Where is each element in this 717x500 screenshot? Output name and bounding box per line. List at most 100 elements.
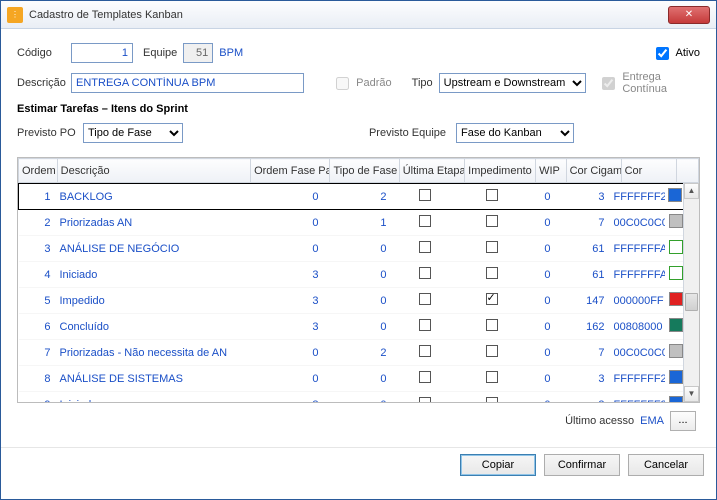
- checkbox-icon[interactable]: [486, 397, 498, 402]
- scroll-up-arrow[interactable]: ▲: [684, 183, 699, 199]
- cell-ultima-etapa[interactable]: [393, 366, 457, 392]
- cell-impedimento[interactable]: [457, 262, 527, 288]
- padrao-checkbox[interactable]: Padrão: [332, 74, 391, 93]
- ultimo-acesso-value[interactable]: EMA: [640, 415, 664, 427]
- table-row[interactable]: 6Concluído30016200808000: [19, 314, 684, 340]
- cell-ultima-etapa[interactable]: [393, 392, 457, 403]
- color-swatch[interactable]: [669, 214, 683, 228]
- confirmar-button[interactable]: Confirmar: [544, 454, 620, 476]
- color-swatch[interactable]: [669, 240, 683, 254]
- cell-swatch[interactable]: [665, 314, 684, 340]
- cell-ultima-etapa[interactable]: [393, 210, 457, 236]
- vertical-scrollbar[interactable]: ▲ ▼: [683, 183, 699, 402]
- checkbox-icon[interactable]: [486, 215, 498, 227]
- table-row[interactable]: 2Priorizadas AN010700C0C0C0: [19, 210, 684, 236]
- cell-swatch[interactable]: [665, 340, 684, 366]
- checkbox-icon[interactable]: [419, 371, 431, 383]
- table-row[interactable]: 9Iniciado8003FFFFFFF2: [19, 392, 684, 403]
- table-row[interactable]: 3ANÁLISE DE NEGÓCIO00061FFFFFFFA: [19, 236, 684, 262]
- table-container: Ordem Descrição Ordem Fase Pai Tipo de F…: [17, 157, 700, 403]
- cell-ultima-etapa[interactable]: [393, 288, 457, 314]
- checkbox-icon[interactable]: [419, 241, 431, 253]
- table-row[interactable]: 1BACKLOG0203FFFFFFF2: [19, 184, 684, 210]
- cell-impedimento[interactable]: [457, 210, 527, 236]
- previsto-po-select[interactable]: Tipo de Fase: [83, 123, 183, 143]
- equipe-link[interactable]: BPM: [219, 47, 243, 59]
- checkbox-icon[interactable]: [486, 267, 498, 279]
- checkbox-icon[interactable]: [419, 319, 431, 331]
- checkbox-icon[interactable]: [486, 241, 498, 253]
- th-ordem[interactable]: Ordem: [19, 159, 58, 183]
- cell-ultima-etapa[interactable]: [393, 340, 457, 366]
- cell-impedimento[interactable]: [457, 340, 527, 366]
- cell-descricao: ANÁLISE DE SISTEMAS: [57, 366, 247, 392]
- cell-swatch[interactable]: [665, 288, 684, 314]
- th-impedimento[interactable]: Impedimento: [464, 159, 535, 183]
- cell-impedimento[interactable]: [457, 288, 527, 314]
- cell-impedimento[interactable]: [457, 314, 527, 340]
- previsto-equipe-select[interactable]: Fase do Kanban: [456, 123, 574, 143]
- color-swatch[interactable]: [669, 266, 683, 280]
- checkbox-icon[interactable]: [419, 293, 431, 305]
- scroll-thumb[interactable]: [685, 293, 698, 311]
- checkbox-icon[interactable]: [486, 371, 498, 383]
- th-ordem-fase-pai[interactable]: Ordem Fase Pai: [251, 159, 330, 183]
- color-swatch[interactable]: [669, 396, 683, 402]
- cell-impedimento[interactable]: [457, 366, 527, 392]
- dialog-window: ⋮ Cadastro de Templates Kanban ✕ Código …: [0, 0, 717, 500]
- cell-ultima-etapa[interactable]: [393, 262, 457, 288]
- close-button[interactable]: ✕: [668, 6, 710, 24]
- cell-swatch[interactable]: [665, 392, 684, 403]
- checkbox-icon[interactable]: [486, 293, 498, 305]
- checkbox-icon[interactable]: [419, 189, 431, 201]
- table-row[interactable]: 8ANÁLISE DE SISTEMAS0003FFFFFFF2: [19, 366, 684, 392]
- copiar-button[interactable]: Copiar: [460, 454, 536, 476]
- equipe-input[interactable]: [183, 43, 213, 63]
- cell-swatch[interactable]: [665, 262, 684, 288]
- color-swatch[interactable]: [669, 370, 683, 384]
- checkbox-icon[interactable]: [486, 189, 498, 201]
- th-ultima-etapa[interactable]: Última Etapa: [399, 159, 464, 183]
- table-row[interactable]: 4Iniciado30061FFFFFFFA: [19, 262, 684, 288]
- cell-swatch[interactable]: [665, 210, 684, 236]
- tipo-select[interactable]: Upstream e Downstream: [439, 73, 587, 93]
- th-wip[interactable]: WIP: [536, 159, 567, 183]
- cell-impedimento[interactable]: [457, 392, 527, 403]
- table-row[interactable]: 7Priorizadas - Não necessita de AN020700…: [19, 340, 684, 366]
- checkbox-icon[interactable]: [419, 215, 431, 227]
- checkbox-icon[interactable]: [486, 345, 498, 357]
- cell-swatch[interactable]: [665, 184, 684, 210]
- cell-swatch[interactable]: [665, 366, 684, 392]
- cancelar-button[interactable]: Cancelar: [628, 454, 704, 476]
- cell-ultima-etapa[interactable]: [393, 314, 457, 340]
- th-cor[interactable]: Cor: [621, 159, 676, 183]
- th-swatch: [676, 159, 698, 183]
- cell-ultima-etapa[interactable]: [393, 184, 457, 210]
- checkbox-icon[interactable]: [486, 319, 498, 331]
- checkbox-icon[interactable]: [419, 345, 431, 357]
- cell-ultima-etapa[interactable]: [393, 236, 457, 262]
- cell-swatch[interactable]: [665, 236, 684, 262]
- color-swatch[interactable]: [668, 188, 682, 202]
- cell-tipo-fase: 0: [325, 392, 393, 403]
- cell-descricao: ANÁLISE DE NEGÓCIO: [57, 236, 247, 262]
- th-tipo-fase[interactable]: Tipo de Fase: [330, 159, 399, 183]
- color-swatch[interactable]: [669, 344, 683, 358]
- cell-impedimento[interactable]: [457, 236, 527, 262]
- scroll-down-arrow[interactable]: ▼: [684, 386, 699, 402]
- ativo-checkbox[interactable]: Ativo: [652, 44, 700, 63]
- checkbox-icon[interactable]: [419, 397, 431, 402]
- cell-ordem: 7: [19, 340, 57, 366]
- more-button[interactable]: ...: [670, 411, 696, 431]
- color-swatch[interactable]: [669, 292, 683, 306]
- table-row[interactable]: 5Impedido300147000000FF: [19, 288, 684, 314]
- checkbox-icon[interactable]: [419, 267, 431, 279]
- descricao-input[interactable]: [71, 73, 304, 93]
- color-swatch[interactable]: [669, 318, 683, 332]
- ativo-checkbox-input[interactable]: [656, 47, 669, 60]
- th-cor-cigam[interactable]: Cor Cigam: [566, 159, 621, 183]
- th-descricao[interactable]: Descrição: [57, 159, 250, 183]
- codigo-input[interactable]: [71, 43, 133, 63]
- cell-impedimento[interactable]: [457, 184, 527, 210]
- cell-cor-cigam: 3: [557, 392, 611, 403]
